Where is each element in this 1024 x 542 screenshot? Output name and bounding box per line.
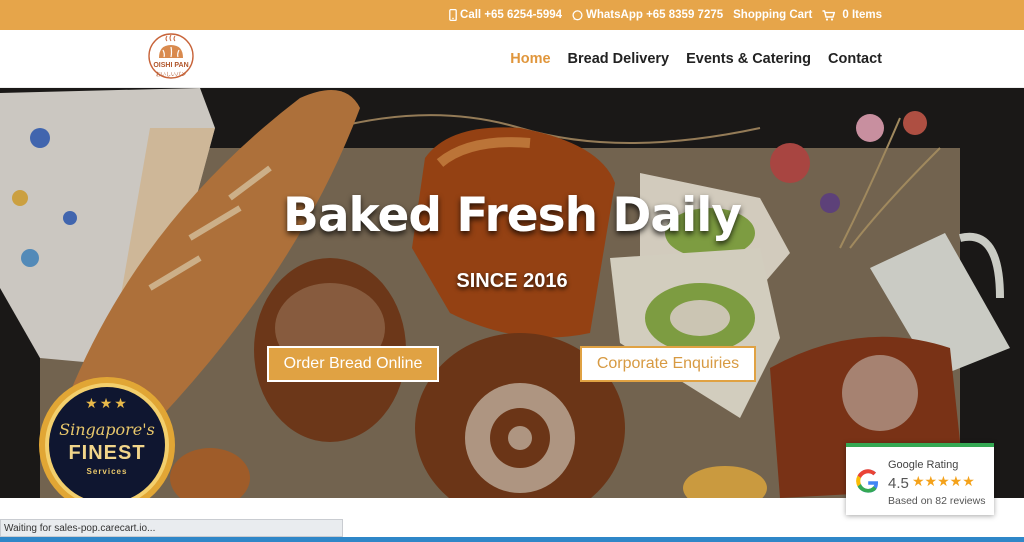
cart-icon — [822, 9, 836, 21]
nav-home[interactable]: Home — [510, 51, 550, 67]
badge-stars-icon: ★★★ — [85, 396, 129, 412]
shopping-cart-link[interactable]: Shopping Cart — [733, 9, 812, 21]
nav-events-catering[interactable]: Events & Catering — [686, 51, 811, 67]
google-rating-widget[interactable]: Google Rating 4.5 ★★★★★ Based on 82 revi… — [846, 443, 994, 515]
badge-line1: Singapore's — [59, 420, 155, 439]
call-text: Call +65 6254-5994 — [460, 9, 563, 21]
main-nav: Home Bread Delivery Events & Catering Co… — [510, 30, 882, 88]
browser-status-bar: Waiting for sales-pop.carecart.io... — [0, 519, 343, 537]
google-rating-reviews: Based on 82 reviews — [888, 495, 986, 507]
cart-items-link[interactable]: 0 Items — [822, 9, 882, 21]
google-rating-stars-icon: ★★★★★ — [912, 474, 975, 490]
logo-name: OISHI PAN — [153, 62, 189, 69]
hero-subtitle: SINCE 2016 — [456, 270, 568, 292]
call-link[interactable]: Call +65 6254-5994 — [449, 9, 562, 21]
nav-bread-delivery[interactable]: Bread Delivery — [568, 51, 670, 67]
order-bread-button[interactable]: Order Bread Online — [267, 346, 439, 382]
top-contact-bar: Call +65 6254-5994 WhatsApp +65 8359 727… — [0, 0, 1024, 30]
bottom-divider — [0, 537, 1024, 542]
google-g-icon — [856, 469, 879, 493]
hero-title: Baked Fresh Daily — [283, 188, 742, 243]
singapores-finest-badge[interactable]: ★★★ Singapore's FINEST Services — [36, 374, 178, 498]
phone-icon — [449, 9, 457, 21]
nav-contact[interactable]: Contact — [828, 51, 882, 67]
google-rating-score: 4.5 — [888, 475, 909, 492]
whatsapp-icon — [572, 9, 583, 20]
site-logo[interactable]: OISHI PAN おいしいパン — [146, 32, 196, 84]
site-header: OISHI PAN おいしいパン Home Bread Delivery Eve… — [0, 30, 1024, 88]
cart-items-count: 0 Items — [842, 9, 882, 21]
hero-banner: Baked Fresh Daily SINCE 2016 Order Bread… — [0, 88, 1024, 498]
corporate-enquiries-button[interactable]: Corporate Enquiries — [580, 346, 756, 382]
google-rating-title: Google Rating — [888, 459, 959, 471]
whatsapp-link[interactable]: WhatsApp +65 8359 7275 — [572, 9, 723, 21]
logo-subtitle: おいしいパン — [155, 72, 187, 78]
badge-line3: Services — [86, 467, 128, 476]
shopping-cart-text: Shopping Cart — [733, 9, 813, 21]
whatsapp-text: WhatsApp +65 8359 7275 — [586, 9, 724, 21]
badge-line2: FINEST — [68, 442, 146, 464]
status-text: Waiting for sales-pop.carecart.io... — [4, 522, 156, 534]
